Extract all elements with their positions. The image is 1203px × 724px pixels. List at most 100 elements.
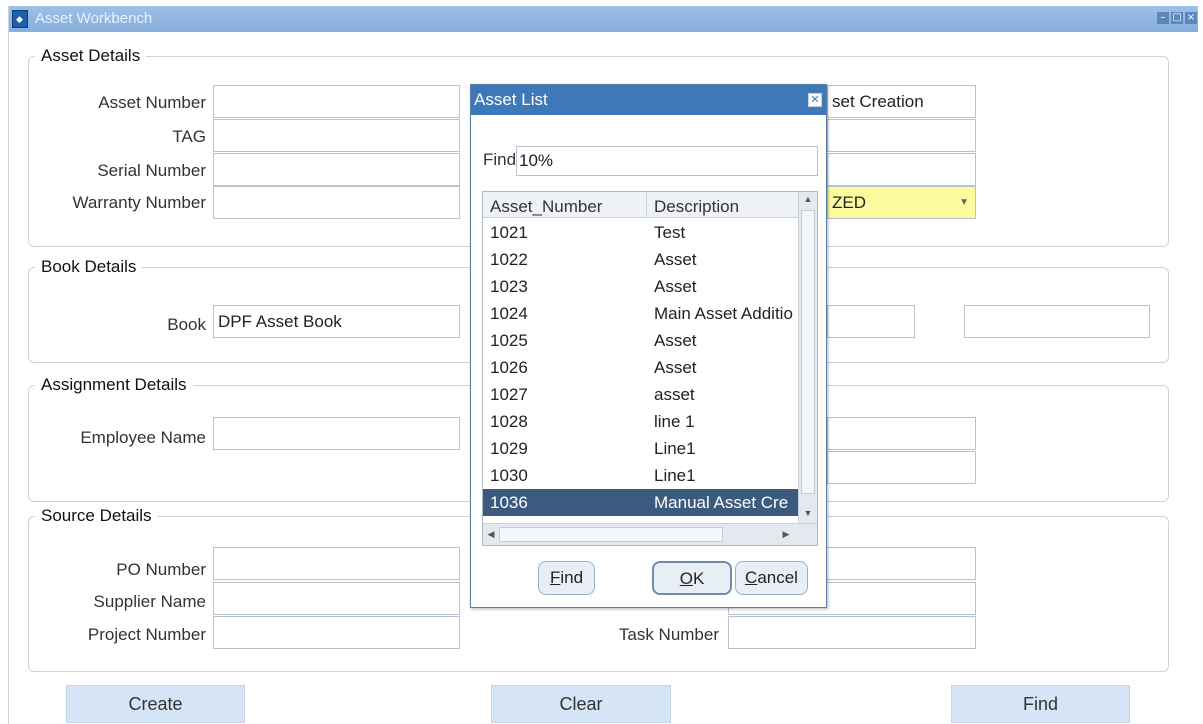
serial-number-field[interactable] bbox=[213, 153, 460, 186]
app-icon: ◆ bbox=[12, 10, 28, 28]
asset-field-2[interactable] bbox=[827, 119, 976, 152]
close-window-icon[interactable]: × bbox=[1185, 12, 1197, 24]
asset-list-title-bar[interactable]: Asset List ✕ bbox=[471, 85, 826, 115]
asset-number-cell: 1023 bbox=[490, 277, 528, 296]
minimize-icon[interactable]: – bbox=[1157, 12, 1169, 24]
clear-button[interactable]: Clear bbox=[491, 685, 671, 723]
asset-number-cell: 1026 bbox=[490, 358, 528, 377]
create-button[interactable]: Create bbox=[66, 685, 245, 723]
horizontal-scroll-thumb[interactable] bbox=[499, 527, 723, 542]
asset-number-cell: 1024 bbox=[490, 304, 528, 323]
scroll-up-icon[interactable]: ▲ bbox=[801, 194, 815, 204]
table-row[interactable]: 1021 Test bbox=[483, 219, 799, 246]
description-cell: Asset bbox=[654, 331, 697, 350]
find-label: Find bbox=[483, 150, 517, 169]
description-cell: Manual Asset Cre bbox=[654, 493, 789, 512]
asset-number-cell: 1028 bbox=[490, 412, 528, 431]
scroll-down-icon[interactable]: ▼ bbox=[801, 508, 815, 518]
book-details-title: Book Details bbox=[35, 257, 143, 277]
table-row[interactable]: 1036 Manual Asset Cre bbox=[483, 489, 799, 516]
find-button[interactable]: Find bbox=[951, 685, 1130, 723]
table-body: 1021 Test 1022 Asset 1023 Asset 1024 Main Asset… bbox=[483, 219, 799, 516]
description-cell: Asset bbox=[654, 250, 697, 269]
project-number-field[interactable] bbox=[213, 616, 460, 649]
asset-number-cell: 1036 bbox=[490, 493, 528, 512]
description-cell: Line1 bbox=[654, 439, 696, 458]
table-row[interactable]: 1023 Asset bbox=[483, 273, 799, 300]
book-field-2[interactable] bbox=[827, 305, 915, 338]
book-value: DPF Asset Book bbox=[218, 312, 342, 331]
scroll-left-icon[interactable]: ◀ bbox=[484, 529, 498, 540]
scroll-right-icon[interactable]: ▶ bbox=[779, 529, 793, 540]
asset-status-select[interactable]: ZED ▼ bbox=[827, 186, 976, 219]
table-row[interactable]: 1028 line 1 bbox=[483, 408, 799, 435]
ok-button[interactable]: OK bbox=[652, 561, 732, 595]
asset-number-cell: 1022 bbox=[490, 250, 528, 269]
description-cell: line 1 bbox=[654, 412, 695, 431]
asset-list-dialog: Asset List ✕ Find 10% Asset_Number Descr… bbox=[470, 84, 827, 608]
asset-number-cell: 1027 bbox=[490, 385, 528, 404]
table-row[interactable]: 1030 Line1 bbox=[483, 462, 799, 489]
dialog-find-button[interactable]: Find bbox=[538, 561, 595, 595]
title-bar[interactable]: ◆ Asset Workbench – □ × bbox=[9, 6, 1198, 32]
book-field-3[interactable] bbox=[964, 305, 1150, 338]
asset-number-cell: 1029 bbox=[490, 439, 528, 458]
table-row[interactable]: 1025 Asset bbox=[483, 327, 799, 354]
task-number-field[interactable] bbox=[728, 616, 976, 649]
asset-number-cell: 1025 bbox=[490, 331, 528, 350]
vertical-scroll-thumb[interactable] bbox=[801, 210, 815, 494]
description-cell: Asset bbox=[654, 358, 697, 377]
serial-number-label: Serial Number bbox=[97, 161, 206, 180]
assignment-details-title: Assignment Details bbox=[35, 375, 193, 395]
description-cell: Asset bbox=[654, 277, 697, 296]
po-number-label: PO Number bbox=[116, 560, 206, 579]
asset-field-3[interactable] bbox=[827, 153, 976, 186]
horizontal-scrollbar[interactable]: ◀ ▶ bbox=[483, 523, 817, 545]
table-header: Asset_Number Description bbox=[483, 192, 799, 218]
asset-description-field[interactable]: set Creation bbox=[827, 85, 976, 118]
table-row[interactable]: 1026 Asset bbox=[483, 354, 799, 381]
column-header-description[interactable]: Description bbox=[647, 192, 799, 218]
asset-details-title: Asset Details bbox=[35, 46, 147, 66]
vertical-scrollbar[interactable]: ▲ ▼ bbox=[798, 192, 817, 523]
tag-label: TAG bbox=[172, 127, 206, 146]
find-input[interactable]: 10% bbox=[516, 146, 818, 176]
supplier-name-field[interactable] bbox=[213, 582, 460, 615]
description-cell: Test bbox=[654, 223, 686, 242]
asset-status-value: ZED bbox=[832, 193, 866, 212]
table-row[interactable]: 1027 asset bbox=[483, 381, 799, 408]
task-number-label: Task Number bbox=[618, 625, 719, 644]
po-number-field[interactable] bbox=[213, 547, 460, 580]
assignment-field-2[interactable] bbox=[827, 417, 976, 450]
description-cell: Main Asset Additio bbox=[654, 304, 793, 323]
asset-list-title: Asset List bbox=[474, 90, 548, 109]
table-row[interactable]: 1022 Asset bbox=[483, 246, 799, 273]
asset-number-cell: 1030 bbox=[490, 466, 528, 485]
asset-description-value: set Creation bbox=[832, 92, 924, 111]
table-row[interactable]: 1024 Main Asset Additio bbox=[483, 300, 799, 327]
table-row[interactable]: 1029 Line1 bbox=[483, 435, 799, 462]
supplier-name-label: Supplier Name bbox=[93, 592, 206, 611]
employee-name-label: Employee Name bbox=[80, 428, 206, 447]
warranty-number-field[interactable] bbox=[213, 186, 460, 219]
asset-number-field[interactable] bbox=[213, 85, 460, 118]
window-title: Asset Workbench bbox=[35, 10, 153, 27]
chevron-down-icon[interactable]: ▼ bbox=[959, 187, 969, 218]
asset-number-label: Asset Number bbox=[98, 93, 206, 112]
description-cell: Line1 bbox=[654, 466, 696, 485]
tag-field[interactable] bbox=[213, 119, 460, 152]
project-number-label: Project Number bbox=[87, 625, 206, 644]
maximize-icon[interactable]: □ bbox=[1171, 12, 1183, 24]
book-field[interactable]: DPF Asset Book bbox=[213, 305, 460, 338]
assignment-field-3[interactable] bbox=[827, 451, 976, 484]
asset-number-cell: 1021 bbox=[490, 223, 528, 242]
employee-name-field[interactable] bbox=[213, 417, 460, 450]
asset-list-table[interactable]: Asset_Number Description 1021 Test 1022 Ass… bbox=[482, 191, 818, 546]
book-label: Book bbox=[167, 315, 206, 334]
warranty-number-label: Warranty Number bbox=[72, 193, 206, 212]
column-header-asset-number[interactable]: Asset_Number bbox=[483, 192, 647, 218]
close-icon[interactable]: ✕ bbox=[808, 93, 822, 107]
cancel-button[interactable]: Cancel bbox=[735, 561, 808, 595]
source-details-title: Source Details bbox=[35, 506, 158, 526]
description-cell: asset bbox=[654, 385, 695, 404]
